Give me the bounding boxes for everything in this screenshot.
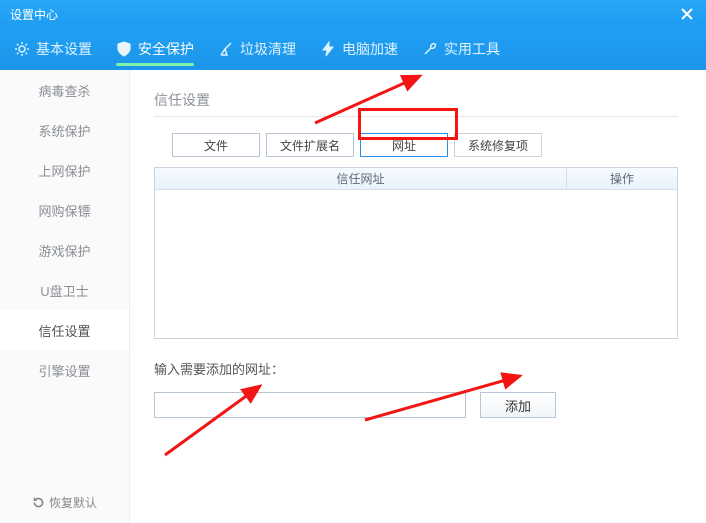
col-action: 操作	[567, 168, 677, 189]
wrench-icon	[422, 41, 438, 57]
shield-icon	[116, 41, 132, 57]
tab-url[interactable]: 网址	[360, 133, 448, 157]
sidebar-item-game[interactable]: 游戏保护	[0, 230, 129, 270]
titlebar: 设置中心	[0, 0, 706, 28]
bolt-icon	[320, 41, 336, 57]
window-title: 设置中心	[10, 6, 678, 23]
sidebar-item-usb[interactable]: U盘卫士	[0, 270, 129, 310]
nav-label: 安全保护	[138, 39, 194, 59]
sub-tabs: 文件 文件扩展名 网址 系统修复项	[172, 133, 678, 157]
tab-sysfix[interactable]: 系统修复项	[454, 133, 542, 157]
add-url-label: 输入需要添加的网址：	[154, 359, 678, 378]
restore-defaults-button[interactable]: 恢复默认	[12, 494, 117, 511]
main-panel: 信任设置 文件 文件扩展名 网址 系统修复项 信任网址 操作 输入需要添加的网址…	[130, 70, 706, 523]
divider	[154, 116, 678, 117]
nav-label: 垃圾清理	[240, 39, 296, 59]
top-nav: 基本设置 安全保护 垃圾清理 电脑加速 实用工具	[0, 28, 706, 70]
table-body	[155, 190, 677, 338]
nav-speedup[interactable]: 电脑加速	[320, 28, 398, 70]
trust-table: 信任网址 操作	[154, 167, 678, 339]
nav-label: 基本设置	[36, 39, 92, 59]
url-input[interactable]	[154, 392, 466, 418]
nav-security[interactable]: 安全保护	[116, 28, 194, 70]
add-button[interactable]: 添加	[480, 392, 556, 418]
close-icon[interactable]	[678, 5, 696, 23]
col-url: 信任网址	[155, 168, 567, 189]
gear-icon	[14, 41, 30, 57]
sidebar-item-shopping[interactable]: 网购保镖	[0, 190, 129, 230]
sidebar-item-web[interactable]: 上网保护	[0, 150, 129, 190]
nav-label: 实用工具	[444, 39, 500, 59]
sidebar-item-system[interactable]: 系统保护	[0, 110, 129, 150]
sidebar-item-engine[interactable]: 引擎设置	[0, 350, 129, 390]
sidebar-item-trust[interactable]: 信任设置	[0, 310, 129, 350]
restore-label: 恢复默认	[49, 494, 97, 511]
nav-label: 电脑加速	[342, 39, 398, 59]
broom-icon	[218, 41, 234, 57]
tab-ext[interactable]: 文件扩展名	[266, 133, 354, 157]
section-title: 信任设置	[154, 90, 678, 110]
sidebar: 病毒查杀 系统保护 上网保护 网购保镖 游戏保护 U盘卫士 信任设置 引擎设置 …	[0, 70, 130, 523]
sidebar-item-virus[interactable]: 病毒查杀	[0, 70, 129, 110]
nav-tools[interactable]: 实用工具	[422, 28, 500, 70]
tab-file[interactable]: 文件	[172, 133, 260, 157]
nav-basic[interactable]: 基本设置	[14, 28, 92, 70]
nav-cleanup[interactable]: 垃圾清理	[218, 28, 296, 70]
